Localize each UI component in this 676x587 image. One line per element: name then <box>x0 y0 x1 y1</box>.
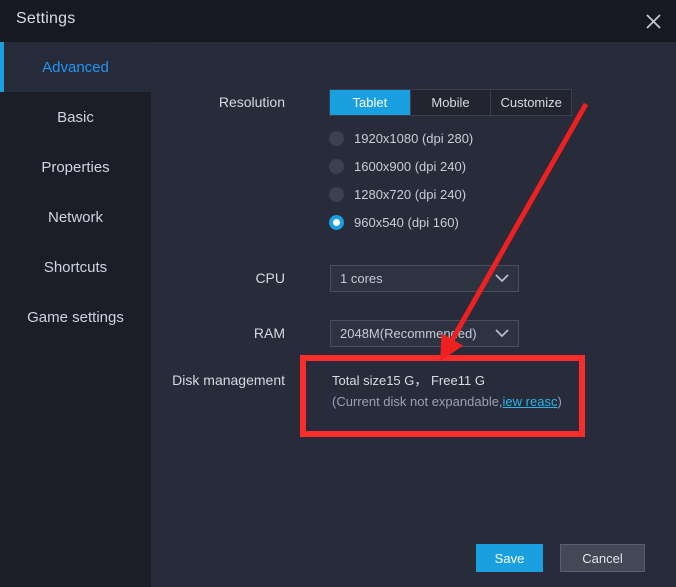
radio-icon-selected <box>329 215 344 230</box>
chevron-down-icon <box>495 325 509 343</box>
settings-window: Settings Advanced Basic Properties Netwo… <box>0 0 676 587</box>
save-button[interactable]: Save <box>476 544 543 572</box>
sidebar-item-game-settings[interactable]: Game settings <box>0 292 151 342</box>
resolution-label: Resolution <box>218 94 285 110</box>
sidebar-item-label: Basic <box>57 108 94 126</box>
resolution-tab-bar: Tablet Mobile Customize <box>329 89 572 116</box>
resolution-option-1920x1080[interactable]: 1920x1080 (dpi 280) <box>329 131 473 146</box>
ram-dropdown-value: 2048M(Recommended) <box>340 326 477 341</box>
radio-icon <box>329 131 344 146</box>
cpu-dropdown-value: 1 cores <box>340 271 383 286</box>
view-reason-link[interactable]: iew reasc <box>503 394 558 409</box>
sidebar-item-shortcuts[interactable]: Shortcuts <box>0 242 151 292</box>
tab-customize[interactable]: Customize <box>491 90 571 115</box>
title-bar: Settings <box>0 0 676 42</box>
window-title: Settings <box>16 10 76 27</box>
active-accent-bar <box>0 42 4 92</box>
resolution-option-1280x720[interactable]: 1280x720 (dpi 240) <box>329 187 466 202</box>
cpu-dropdown[interactable]: 1 cores <box>330 265 519 292</box>
sidebar-item-label: Properties <box>41 158 110 176</box>
ram-dropdown[interactable]: 2048M(Recommended) <box>330 320 519 347</box>
disk-info-block: Total size15 G， Free11 G (Current disk n… <box>300 355 586 437</box>
radio-label: 1920x1080 (dpi 280) <box>354 131 474 146</box>
disk-note: (Current disk not expandable,iew reasc) <box>332 394 562 409</box>
cpu-label: CPU <box>255 270 285 286</box>
sidebar-item-label: Network <box>47 208 103 226</box>
tab-tablet[interactable]: Tablet <box>330 90 411 115</box>
resolution-option-960x540[interactable]: 960x540 (dpi 160) <box>329 215 459 230</box>
radio-icon <box>329 187 344 202</box>
sidebar-item-label: Game settings <box>27 308 124 326</box>
radio-icon <box>329 159 344 174</box>
resolution-option-1600x900[interactable]: 1600x900 (dpi 240) <box>329 159 466 174</box>
ram-label: RAM <box>253 325 285 341</box>
tab-mobile[interactable]: Mobile <box>411 90 492 115</box>
disk-size-summary: Total size15 G， Free11 G <box>332 373 485 388</box>
disk-note-prefix: (Current disk not expandable, <box>332 394 503 409</box>
radio-label: 1600x900 (dpi 240) <box>354 159 467 174</box>
main-panel: Resolution Tablet Mobile Customize 1920x… <box>151 42 676 587</box>
chevron-down-icon <box>495 270 509 288</box>
sidebar-item-properties[interactable]: Properties <box>0 142 151 192</box>
sidebar-item-basic[interactable]: Basic <box>0 92 151 142</box>
sidebar-item-label: Shortcuts <box>43 258 108 276</box>
sidebar-item-network[interactable]: Network <box>0 192 151 242</box>
radio-label: 1280x720 (dpi 240) <box>354 187 467 202</box>
radio-label: 960x540 (dpi 160) <box>354 215 459 230</box>
cancel-button[interactable]: Cancel <box>560 544 645 572</box>
close-icon[interactable] <box>630 0 676 42</box>
sidebar-item-label: Advanced <box>42 58 109 76</box>
disk-note-suffix: ) <box>557 394 562 409</box>
sidebar: Advanced Basic Properties Network Shortc… <box>0 42 151 587</box>
disk-management-label: Disk management <box>172 372 285 388</box>
sidebar-item-advanced[interactable]: Advanced <box>0 42 151 92</box>
